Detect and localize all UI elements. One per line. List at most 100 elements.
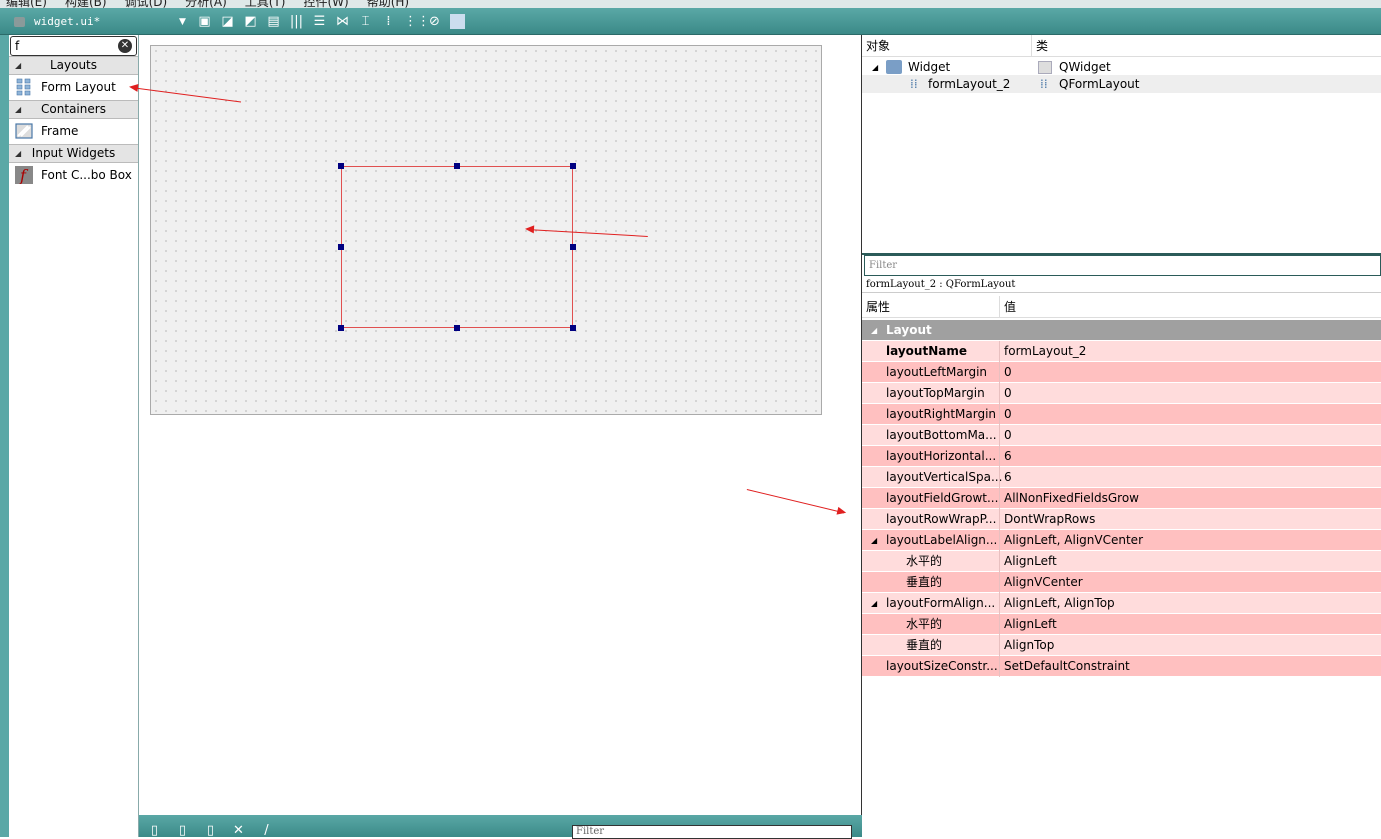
property-row[interactable]: 水平的 AlignLeft	[862, 614, 1381, 635]
property-value[interactable]: 0	[999, 383, 1012, 404]
property-value[interactable]: 0	[999, 362, 1012, 383]
property-value[interactable]: AlignLeft, AlignTop	[999, 593, 1115, 614]
property-name: layoutLeftMargin	[886, 365, 988, 379]
tree-row-formlayout[interactable]: ⁞⁞ formLayout_2 ⁞⁞ QFormLayout	[862, 75, 1381, 93]
property-group-layout[interactable]: ◢ Layout	[862, 320, 1381, 341]
property-value[interactable]: 6	[999, 467, 1012, 488]
form-layout-selection[interactable]	[338, 163, 576, 331]
copy-icon[interactable]: ▯	[175, 823, 190, 838]
property-value[interactable]: 6	[999, 446, 1012, 467]
property-value[interactable]: AlignLeft, AlignVCenter	[999, 530, 1143, 551]
collapse-icon: ◢	[871, 536, 878, 545]
col-class[interactable]: 类	[1032, 35, 1381, 57]
paste-icon[interactable]: ▯	[203, 823, 218, 838]
break-layout-icon[interactable]: ⊘	[427, 14, 442, 29]
edit-widgets-icon[interactable]: ▣	[197, 14, 212, 29]
property-value[interactable]: AlignLeft	[999, 614, 1057, 635]
resize-handle[interactable]	[570, 244, 576, 250]
edit-buddies-icon[interactable]: ◩	[243, 14, 258, 29]
wrench-icon[interactable]: /	[259, 823, 274, 838]
property-row[interactable]: layoutHorizontal... 6	[862, 446, 1381, 467]
category-label: Input Widgets	[31, 146, 116, 160]
property-name: layoutLabelAlign...	[886, 533, 998, 547]
class-name: QFormLayout	[1059, 77, 1140, 91]
new-icon[interactable]: ▯	[147, 823, 162, 838]
layout-vertical-icon[interactable]: ☰	[312, 14, 327, 29]
menu-help[interactable]: 帮助(H)	[367, 0, 409, 8]
col-object[interactable]: 对象	[862, 35, 1032, 57]
delete-icon[interactable]: ✕	[231, 823, 246, 838]
splitter-horizontal-icon[interactable]: ⋈	[335, 14, 350, 29]
edit-tab-order-icon[interactable]: ▤	[266, 14, 281, 29]
adjust-size-icon[interactable]	[450, 14, 465, 29]
form-layout-icon: ⁞⁞	[910, 77, 918, 91]
property-value[interactable]: DontWrapRows	[999, 509, 1095, 530]
category-containers[interactable]: ◢ Containers	[9, 100, 138, 119]
resize-handle[interactable]	[454, 325, 460, 331]
resize-handle[interactable]	[338, 163, 344, 169]
widget-item-frame[interactable]: Frame	[9, 119, 138, 143]
property-value[interactable]: 0	[999, 404, 1012, 425]
menu-debug[interactable]: 调试(D)	[125, 0, 168, 8]
property-value[interactable]: AllNonFixedFieldsGrow	[999, 488, 1139, 509]
property-name: layoutRowWrapP...	[886, 512, 997, 526]
right-panel: 对象 类 ◢ Widget QWidget ⁞⁞ formLayout_2 ⁞⁞…	[862, 35, 1381, 837]
menu-widgets[interactable]: 控件(W)	[303, 0, 348, 8]
property-row[interactable]: layoutRightMargin 0	[862, 404, 1381, 425]
widget-filter-input[interactable]: f ✕	[10, 36, 137, 56]
chevron-down-icon[interactable]: ▼	[179, 17, 186, 27]
file-tab[interactable]: widget.ui*	[34, 15, 100, 28]
property-name: layoutRightMargin	[886, 407, 997, 421]
form-canvas[interactable]	[150, 45, 822, 415]
widget-item-form-layout[interactable]: Form Layout	[9, 75, 138, 99]
property-row[interactable]: layoutTopMargin 0	[862, 383, 1381, 404]
col-property[interactable]: 属性	[862, 296, 1000, 318]
property-value[interactable]: AlignLeft	[999, 551, 1057, 572]
splitter-vertical-icon[interactable]: ⌶	[358, 14, 373, 29]
property-row[interactable]: ◢ layoutFormAlign... AlignLeft, AlignTop	[862, 593, 1381, 614]
col-value[interactable]: 值	[1000, 296, 1381, 318]
property-filter-input[interactable]: Filter	[864, 255, 1381, 276]
menu-edit[interactable]: 编辑(E)	[6, 0, 47, 8]
menu-tools[interactable]: 工具(T)	[245, 0, 286, 8]
resize-handle[interactable]	[570, 163, 576, 169]
property-row[interactable]: layoutBottomMa... 0	[862, 425, 1381, 446]
resize-handle[interactable]	[454, 163, 460, 169]
resize-handle[interactable]	[338, 244, 344, 250]
widget-item-font-combo-box[interactable]: f Font C...bo Box	[9, 163, 138, 187]
widget-item-label: Form Layout	[41, 80, 116, 94]
property-row[interactable]: layoutName formLayout_2	[862, 341, 1381, 362]
property-value[interactable]: formLayout_2	[999, 341, 1086, 362]
layout-form-icon[interactable]: ⁞	[381, 14, 396, 29]
property-row[interactable]: layoutLeftMargin 0	[862, 362, 1381, 383]
layout-grid-icon[interactable]: ⋮⋮	[404, 14, 430, 29]
resize-handle[interactable]	[338, 325, 344, 331]
property-name: 水平的	[906, 554, 943, 568]
property-row[interactable]: 垂直的 AlignVCenter	[862, 572, 1381, 593]
property-value[interactable]: SetDefaultConstraint	[999, 656, 1130, 677]
menu-build[interactable]: 构建(B)	[65, 0, 107, 8]
property-row[interactable]: layoutSizeConstr... SetDefaultConstraint	[862, 656, 1381, 677]
action-editor-toolbar: ▯ ▯ ▯ ✕ / Filter	[139, 815, 862, 839]
widget-item-label: Font C...bo Box	[41, 168, 132, 182]
property-row[interactable]: ◢ layoutLabelAlign... AlignLeft, AlignVCen…	[862, 530, 1381, 551]
resize-handle[interactable]	[570, 325, 576, 331]
layout-horizontal-icon[interactable]: |||	[289, 14, 304, 29]
menu-analyze[interactable]: 分析(A)	[185, 0, 227, 8]
object-name: formLayout_2	[928, 77, 1011, 91]
property-row[interactable]: 水平的 AlignLeft	[862, 551, 1381, 572]
category-layouts[interactable]: ◢ Layouts	[9, 56, 138, 75]
category-input-widgets[interactable]: ◢ Input Widgets	[9, 144, 138, 163]
property-row[interactable]: layoutRowWrapP... DontWrapRows	[862, 509, 1381, 530]
property-value[interactable]: AlignTop	[999, 635, 1054, 656]
widget-icon	[886, 60, 902, 74]
property-value[interactable]: AlignVCenter	[999, 572, 1083, 593]
edit-signals-icon[interactable]: ◪	[220, 14, 235, 29]
property-row[interactable]: layoutFieldGrowt... AllNonFixedFieldsGrow	[862, 488, 1381, 509]
property-value[interactable]: 0	[999, 425, 1012, 446]
property-row[interactable]: 垂直的 AlignTop	[862, 635, 1381, 656]
widget-box: f ✕ ◢ Layouts Form Layout ◢ Containers Fram…	[9, 35, 139, 837]
property-row[interactable]: layoutVerticalSpa... 6	[862, 467, 1381, 488]
clear-icon[interactable]: ✕	[118, 39, 132, 53]
selected-object-label: formLayout_2 : QFormLayout	[862, 277, 1381, 293]
